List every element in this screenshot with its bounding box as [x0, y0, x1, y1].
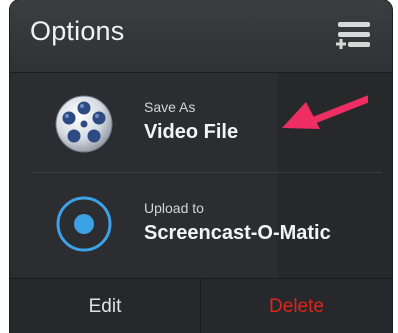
save-as-video-file-option[interactable]: Save As Video File	[10, 73, 392, 173]
delete-button[interactable]: Delete	[201, 279, 392, 333]
option-divider	[32, 172, 382, 173]
upload-to-screencast-option[interactable]: Upload to Screencast-O-Matic	[10, 174, 392, 274]
edit-button[interactable]: Edit	[10, 279, 201, 333]
record-dot-icon	[56, 196, 112, 252]
menu-add-icon[interactable]	[336, 20, 372, 50]
options-panel: Options Save As Video File Upload to Scr…	[10, 0, 392, 333]
options-header: Options	[10, 0, 392, 73]
option-small-label: Save As	[144, 99, 196, 115]
option-small-label: Upload to	[144, 200, 204, 216]
film-reel-icon	[55, 95, 113, 153]
save-as-text: Save As Video File	[144, 99, 238, 144]
footer-toolbar: Edit Delete	[10, 278, 392, 333]
option-big-label: Video File	[144, 121, 239, 143]
option-big-label: Screencast-O-Matic	[144, 222, 331, 244]
upload-to-text: Upload to Screencast-O-Matic	[144, 200, 331, 245]
pointer-arrow-icon	[282, 95, 368, 129]
page-title: Options	[30, 16, 125, 46]
options-list: Save As Video File Upload to Screencast-…	[10, 73, 392, 278]
